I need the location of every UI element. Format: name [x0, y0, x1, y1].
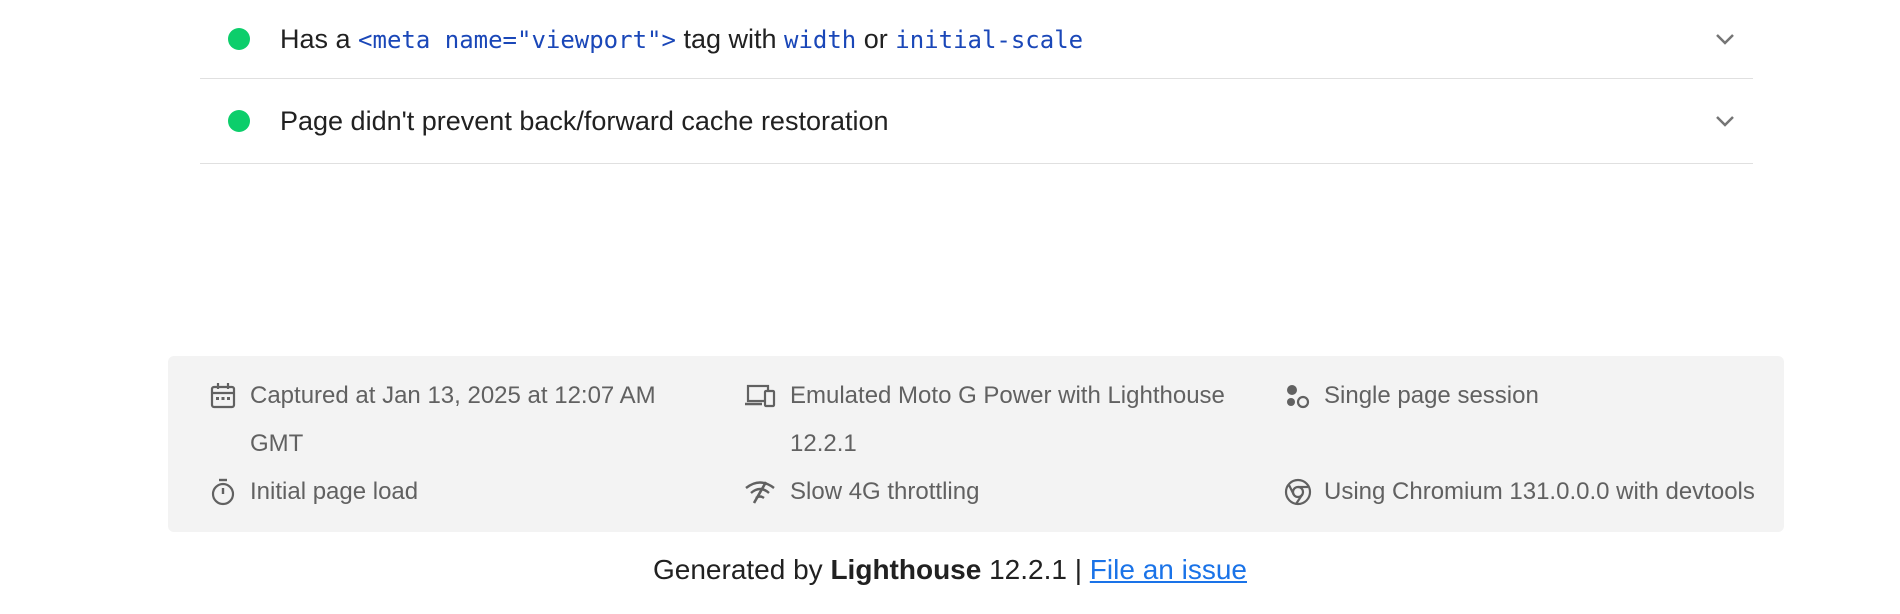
devices-icon	[744, 372, 778, 420]
captured-at: Captured at Jan 13, 2025 at 12:07 AM GMT	[210, 372, 680, 468]
chrome-icon	[1284, 468, 1312, 516]
lighthouse-brand: Lighthouse	[830, 554, 982, 585]
browser-version: Using Chromium 131.0.0.0 with devtools	[1284, 468, 1784, 516]
audit-list: Has a <meta name="viewport"> tag with wi…	[200, 0, 1753, 164]
audit-title: Page didn't prevent back/forward cache r…	[280, 105, 889, 136]
calendar-icon	[210, 372, 238, 420]
session-icon	[1284, 372, 1312, 420]
file-issue-link[interactable]: File an issue	[1090, 554, 1247, 585]
load-type: Initial page load	[210, 468, 680, 516]
chevron-down-icon[interactable]	[1715, 29, 1735, 49]
pass-indicator	[228, 28, 250, 50]
code-meta-viewport: <meta name="viewport">	[358, 25, 676, 54]
generated-by-footer: Generated by Lighthouse 12.2.1 | File an…	[653, 554, 1247, 585]
code-initial-scale: initial-scale	[895, 25, 1084, 54]
runtime-settings-panel: Captured at Jan 13, 2025 at 12:07 AM GMT…	[168, 356, 1784, 532]
session-type: Single page session	[1284, 372, 1744, 420]
emulated-device: Emulated Moto G Power with Lighthouse 12…	[744, 372, 1244, 468]
audit-title: Has a <meta name="viewport"> tag with wi…	[280, 23, 1084, 54]
chevron-down-icon[interactable]	[1715, 111, 1735, 131]
network-icon	[744, 468, 778, 516]
code-width: width	[784, 25, 857, 54]
audit-viewport[interactable]: Has a <meta name="viewport"> tag with wi…	[200, 0, 1753, 79]
network-throttling: Slow 4G throttling	[744, 468, 1244, 516]
pass-indicator	[228, 110, 250, 132]
audit-bfcache[interactable]: Page didn't prevent back/forward cache r…	[200, 79, 1753, 164]
stopwatch-icon	[210, 468, 238, 516]
